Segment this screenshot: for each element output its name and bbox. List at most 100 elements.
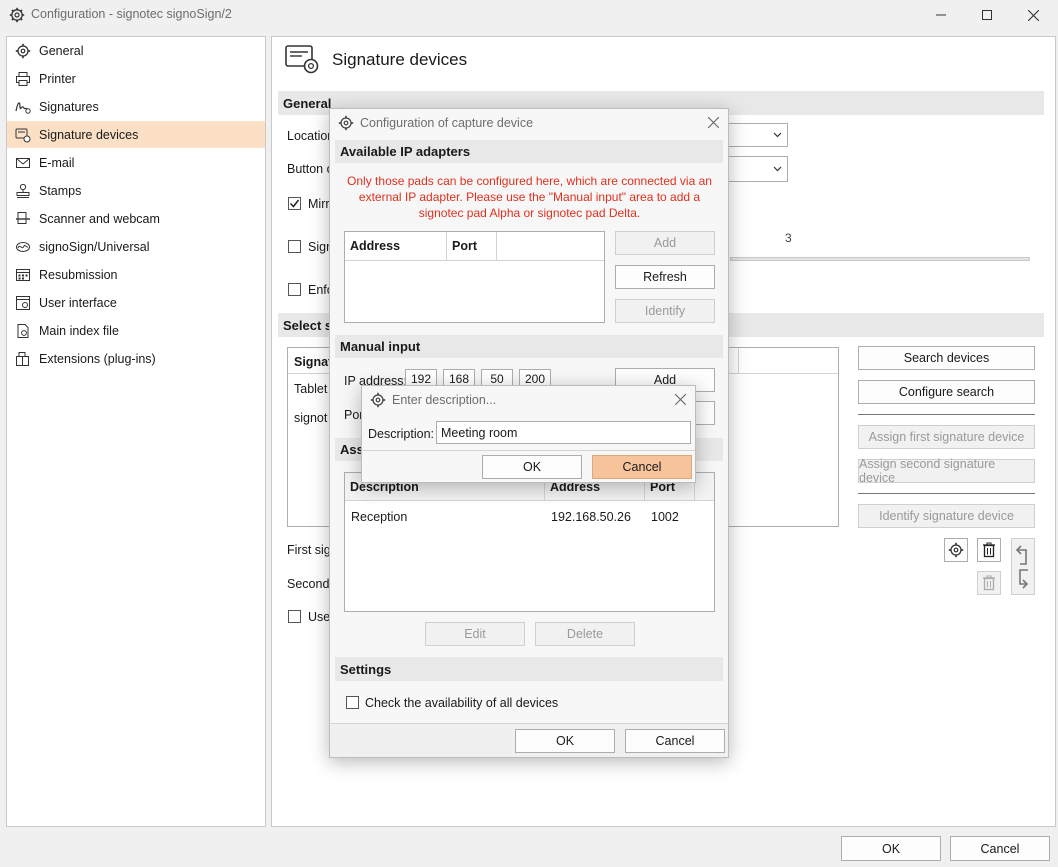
sidebar-item-scanner[interactable]: Scanner and webcam bbox=[7, 205, 265, 232]
adapters-header: Available IP adapters bbox=[335, 140, 723, 163]
check-availability-checkbox[interactable] bbox=[346, 696, 359, 709]
user-interface-icon bbox=[14, 294, 32, 312]
sidebar-item-label: Printer bbox=[39, 71, 76, 86]
adapter-list[interactable]: Address Port bbox=[344, 231, 605, 323]
description-label: Description: bbox=[368, 427, 434, 441]
chevron-down-icon bbox=[773, 164, 782, 173]
swap-devices-button[interactable] bbox=[1011, 538, 1035, 595]
sidebar-item-label: signoSign/Universal bbox=[39, 239, 150, 254]
sidebar-item-email[interactable]: E-mail bbox=[7, 149, 265, 176]
delete-button[interactable]: Delete bbox=[535, 622, 635, 646]
location-label: Location bbox=[287, 129, 335, 143]
identify-adapter-button[interactable]: Identify bbox=[615, 299, 715, 323]
stamp-icon bbox=[14, 182, 32, 200]
trash-icon bbox=[982, 575, 996, 591]
delete-second-button[interactable] bbox=[977, 571, 1001, 595]
sign-checkbox[interactable] bbox=[288, 240, 301, 253]
settings-button[interactable] bbox=[944, 538, 968, 562]
cancel-button[interactable]: Cancel bbox=[592, 455, 692, 479]
mirror-checkbox[interactable] bbox=[288, 197, 301, 210]
column-divider bbox=[738, 348, 739, 374]
sidebar-item-signature-devices[interactable]: Signature devices bbox=[7, 121, 265, 148]
sidebar-item-label: Stamps bbox=[39, 183, 82, 198]
sidebar-item-label: Signatures bbox=[39, 99, 99, 114]
chevron-down-icon bbox=[773, 130, 782, 139]
cancel-button[interactable]: Cancel bbox=[625, 729, 725, 753]
sidebar-item-stamps[interactable]: Stamps bbox=[7, 177, 265, 204]
sidebar-item-printer[interactable]: Printer bbox=[7, 65, 265, 92]
divider bbox=[362, 450, 695, 451]
sidebar-item-label: Main index file bbox=[39, 323, 119, 338]
close-button[interactable] bbox=[1010, 0, 1056, 30]
dialog-title: Enter description... bbox=[392, 392, 497, 407]
use-checkbox[interactable] bbox=[288, 610, 301, 623]
close-icon[interactable] bbox=[675, 394, 686, 405]
identify-signature-device-button[interactable]: Identify signature device bbox=[858, 504, 1035, 528]
sidebar-item-general[interactable]: General bbox=[7, 37, 265, 64]
sidebar-item-extensions[interactable]: Extensions (plug-ins) bbox=[7, 345, 265, 372]
ok-button[interactable]: OK bbox=[841, 836, 941, 861]
first-device-label: First sig bbox=[287, 543, 331, 557]
assign-first-button[interactable]: Assign first signature device bbox=[858, 425, 1035, 449]
search-devices-button[interactable]: Search devices bbox=[858, 346, 1035, 370]
plugin-icon bbox=[14, 350, 32, 368]
manual-input-header: Manual input bbox=[335, 335, 723, 358]
maximize-button[interactable] bbox=[964, 0, 1010, 30]
sidebar-item-resubmission[interactable]: Resubmission bbox=[7, 261, 265, 288]
add-adapter-button[interactable]: Add bbox=[615, 231, 715, 255]
dialog-title-bar: Configuration of capture device bbox=[330, 109, 728, 137]
table-row[interactable]: signot bbox=[294, 411, 327, 425]
settings-header: Settings bbox=[335, 657, 723, 681]
sidebar-item-label: Scanner and webcam bbox=[39, 211, 160, 226]
gear-icon bbox=[370, 392, 386, 408]
mirror-label: Mirr bbox=[308, 197, 330, 211]
ok-button[interactable]: OK bbox=[482, 455, 582, 479]
warning-text: Only those pads can be configured here, … bbox=[347, 174, 712, 220]
sidebar-item-label: Signature devices bbox=[39, 127, 139, 142]
footer-bar: OK Cancel bbox=[0, 827, 1058, 867]
use-label: Use bbox=[308, 610, 331, 624]
device-port: 1002 bbox=[651, 510, 679, 524]
description-input[interactable]: Meeting room bbox=[436, 421, 691, 444]
sidebar-item-label: E-mail bbox=[39, 155, 75, 170]
signature-device-icon bbox=[14, 126, 32, 144]
divider bbox=[858, 493, 1035, 494]
signature-device-icon bbox=[284, 43, 320, 75]
delete-first-button[interactable] bbox=[977, 538, 1001, 562]
dialog-title: Configuration of capture device bbox=[360, 116, 534, 130]
universal-icon bbox=[14, 238, 32, 256]
swap-arrows-icon bbox=[1014, 544, 1032, 590]
printer-icon bbox=[14, 70, 32, 88]
button-dropdown[interactable] bbox=[728, 156, 788, 182]
minimize-button[interactable] bbox=[918, 0, 964, 30]
slider-value: 3 bbox=[785, 231, 792, 245]
gear-icon bbox=[948, 542, 964, 558]
ok-button[interactable]: OK bbox=[515, 729, 615, 753]
column-header: Signat bbox=[294, 355, 333, 369]
assigned-device-list[interactable]: Description Address Port Reception 192.1… bbox=[344, 472, 715, 612]
location-dropdown[interactable] bbox=[728, 123, 788, 147]
divider bbox=[858, 414, 1035, 415]
slider-track[interactable] bbox=[730, 257, 1030, 261]
enforce-checkbox[interactable] bbox=[288, 283, 301, 296]
configure-search-button[interactable]: Configure search bbox=[858, 380, 1035, 404]
sidebar-item-universal[interactable]: signoSign/Universal bbox=[7, 233, 265, 260]
sidebar-item-label: Extensions (plug-ins) bbox=[39, 351, 156, 366]
close-icon[interactable] bbox=[708, 117, 719, 128]
edit-button[interactable]: Edit bbox=[425, 622, 525, 646]
sidebar-item-signatures[interactable]: Signatures bbox=[7, 93, 265, 120]
index-file-icon bbox=[14, 322, 32, 340]
refresh-button[interactable]: Refresh bbox=[615, 265, 715, 289]
table-row[interactable]: Tablet bbox=[294, 382, 327, 396]
sidebar-item-main-index-file[interactable]: Main index file bbox=[7, 317, 265, 344]
column-header: Port bbox=[447, 232, 497, 260]
second-device-label: Second bbox=[287, 577, 330, 591]
sidebar-item-label: Resubmission bbox=[39, 267, 118, 282]
sidebar-item-user-interface[interactable]: User interface bbox=[7, 289, 265, 316]
email-icon bbox=[14, 154, 32, 172]
gear-icon bbox=[14, 42, 32, 60]
dialog-title-bar: Enter description... bbox=[362, 386, 695, 413]
cancel-button[interactable]: Cancel bbox=[950, 836, 1050, 861]
table-row[interactable]: Reception 192.168.50.26 1002 bbox=[345, 505, 714, 529]
assign-second-button[interactable]: Assign second signature device bbox=[858, 457, 1035, 485]
